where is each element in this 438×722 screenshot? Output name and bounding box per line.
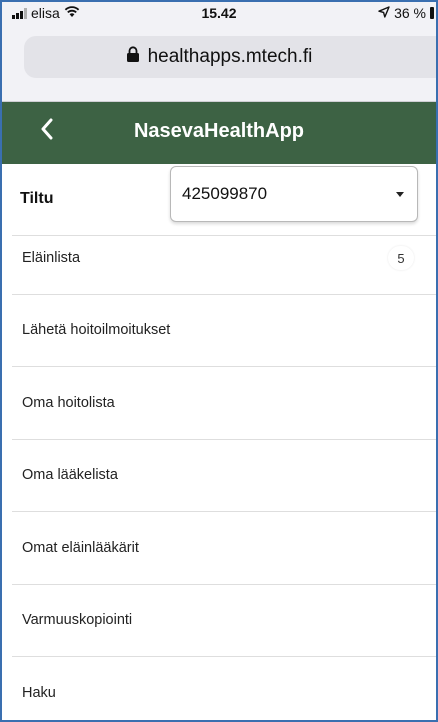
menu-item-varmuuskopiointi[interactable]: Varmuuskopiointi: [12, 585, 436, 657]
menu-item-omat-elainlaakarit[interactable]: Omat eläinlääkärit: [12, 512, 436, 585]
tiltu-select[interactable]: 425099870: [170, 166, 418, 222]
menu-item-haku[interactable]: Haku: [12, 657, 436, 720]
menu-item-laheta-hoitoilmoitukset[interactable]: Lähetä hoitoilmoitukset: [12, 295, 436, 367]
browser-toolbar: healthapps.mtech.fi: [2, 24, 436, 102]
menu-item-oma-hoitolista[interactable]: Oma hoitolista: [12, 367, 436, 440]
location-arrow-icon: [378, 5, 390, 21]
menu-item-label: Eläinlista: [22, 249, 81, 266]
menu-item-label: Omat eläinlääkärit: [22, 539, 139, 556]
battery-icon: [430, 7, 434, 19]
address-bar[interactable]: healthapps.mtech.fi: [24, 36, 436, 78]
menu-item-label: Oma hoitolista: [22, 394, 115, 411]
app-title: NasevaHealthApp: [133, 120, 305, 142]
app-header: NasevaHealthApp: [2, 102, 436, 164]
menu-item-label: Oma lääkelista: [22, 467, 118, 484]
address-content: healthapps.mtech.fi: [24, 36, 414, 78]
count-badge: 5: [388, 246, 414, 270]
menu-item-oma-laakelista[interactable]: Oma lääkelista: [12, 440, 436, 512]
battery-percent: 36 %: [394, 5, 426, 21]
menu-list: Eläinlista 5 Lähetä hoitoilmoitukset Oma…: [12, 222, 436, 720]
status-right: 36 %: [378, 5, 434, 21]
url-text: healthapps.mtech.fi: [147, 46, 313, 67]
status-time: 15.42: [201, 5, 237, 21]
menu-item-label: Lähetä hoitoilmoitukset: [22, 322, 171, 339]
caret-down-icon: [396, 192, 404, 197]
status-bar: elisa 15.42 36 %: [2, 2, 436, 24]
menu-item-label: Haku: [22, 685, 56, 702]
phone-screen: elisa 15.42 36 % healthapps.mtech.fi Nas…: [0, 0, 438, 722]
tiltu-selected-value: 425099870: [182, 184, 268, 203]
menu-item-label: Varmuuskopiointi: [22, 612, 133, 629]
menu-item-elainlista[interactable]: Eläinlista 5: [12, 222, 436, 295]
lock-icon: [126, 45, 140, 69]
tiltu-label: Tiltu: [20, 190, 54, 207]
